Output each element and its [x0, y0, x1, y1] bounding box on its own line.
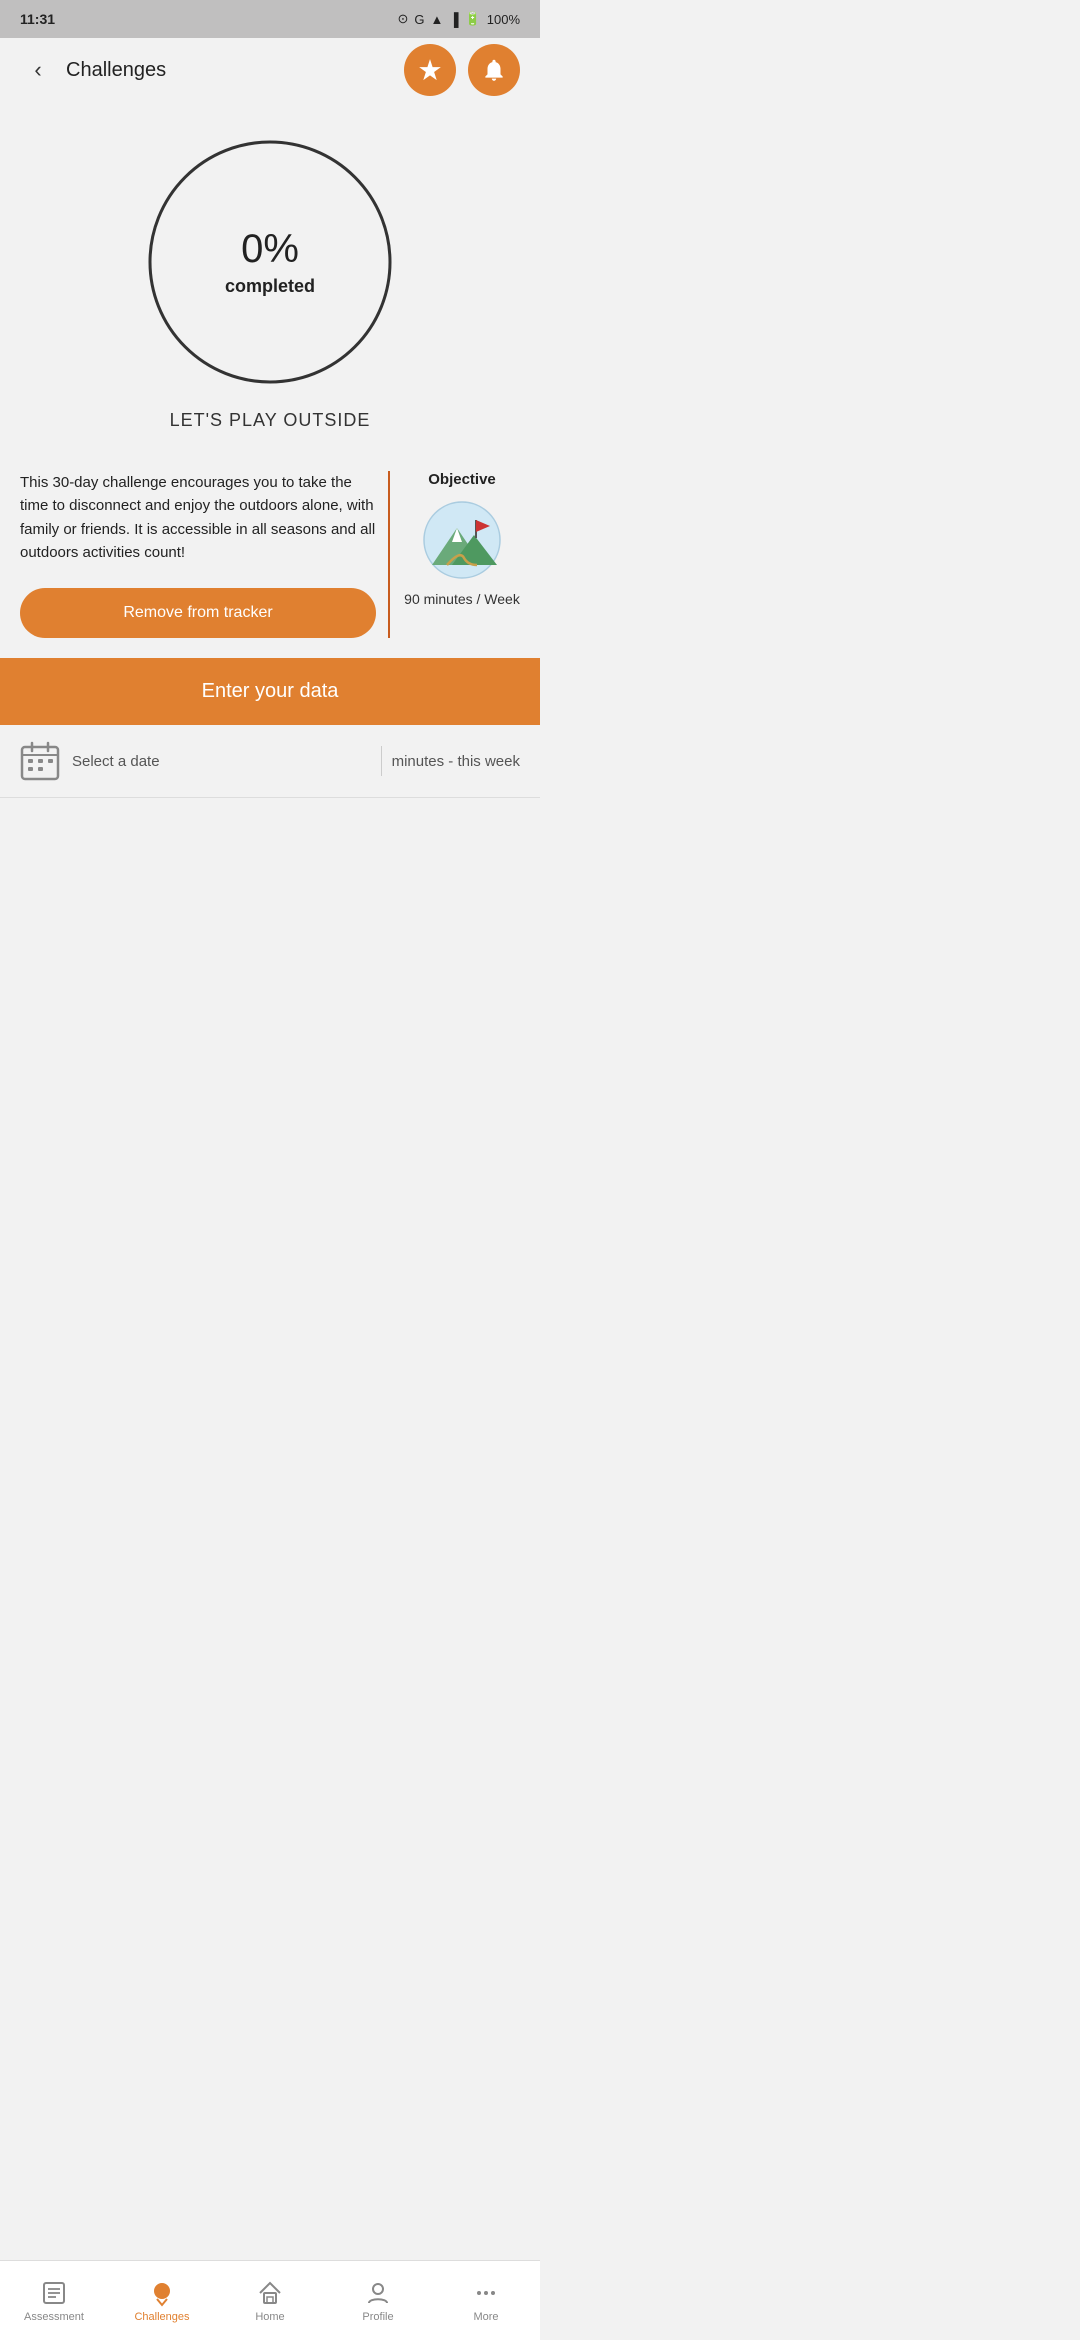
circle-text: 0% completed — [225, 227, 315, 297]
minutes-label: minutes - this week — [392, 753, 520, 770]
status-bar: 11:31 ⊙ G ▲ ▐ 🔋 100% — [0, 0, 540, 38]
challenge-title: LET'S PLAY OUTSIDE — [170, 410, 371, 431]
more-label: More — [473, 2311, 498, 2323]
profile-label: Profile — [362, 2311, 393, 2323]
star-icon — [417, 57, 443, 83]
battery-icon: 🔋 — [465, 11, 481, 27]
challenge-description: This 30-day challenge encourages you to … — [20, 471, 376, 564]
nav-item-challenges[interactable]: Challenges — [108, 2279, 216, 2323]
battery-percent: 100% — [487, 12, 520, 27]
status-time: 11:31 — [20, 11, 55, 27]
nav-item-profile[interactable]: Profile — [324, 2279, 432, 2323]
progress-percent: 0% — [225, 227, 315, 272]
home-icon — [256, 2279, 284, 2307]
nav-item-more[interactable]: More — [432, 2279, 540, 2323]
back-button[interactable]: ‹ — [20, 52, 56, 88]
enter-data-button[interactable]: Enter your data — [0, 658, 540, 725]
bell-icon — [481, 57, 507, 83]
select-date-label[interactable]: Select a date — [72, 753, 371, 770]
back-arrow-icon: ‹ — [34, 57, 41, 83]
home-label: Home — [255, 2311, 284, 2323]
date-row: Select a date minutes - this week — [0, 725, 540, 798]
nav-item-home[interactable]: Home — [216, 2279, 324, 2323]
sim-icon: ⊙ — [397, 11, 408, 27]
assessment-label: Assessment — [24, 2311, 84, 2323]
remove-from-tracker-button[interactable]: Remove from tracker — [20, 588, 376, 638]
top-nav: ‹ Challenges — [0, 38, 540, 102]
challenges-label: Challenges — [134, 2311, 189, 2323]
calendar-icon — [20, 741, 60, 781]
bottom-nav: Assessment Challenges Home — [0, 2260, 540, 2340]
signal-icon: ▐ — [449, 12, 458, 27]
status-icons: ⊙ G ▲ ▐ 🔋 100% — [397, 11, 520, 27]
bottom-spacer — [0, 798, 540, 878]
nav-icon-group — [404, 44, 520, 96]
progress-label: completed — [225, 276, 315, 297]
page-title: Challenges — [66, 59, 166, 82]
progress-area: 0% completed LET'S PLAY OUTSIDE — [0, 102, 540, 451]
nav-item-assessment[interactable]: Assessment — [0, 2279, 108, 2323]
more-icon — [472, 2279, 500, 2307]
progress-circle-container: 0% completed — [140, 132, 400, 392]
wifi-icon: ▲ — [430, 12, 443, 27]
assessment-icon — [40, 2279, 68, 2307]
content-right: Objective 90 minutes / Week — [390, 471, 520, 638]
objective-label: Objective — [428, 471, 496, 488]
achievements-button[interactable] — [404, 44, 456, 96]
content-section: This 30-day challenge encourages you to … — [0, 451, 540, 658]
challenges-icon — [148, 2279, 176, 2307]
profile-icon — [364, 2279, 392, 2307]
content-left: This 30-day challenge encourages you to … — [20, 471, 390, 638]
date-divider — [381, 746, 382, 776]
objective-value: 90 minutes / Week — [404, 590, 520, 610]
objective-icon — [422, 500, 502, 580]
google-icon: G — [414, 12, 424, 27]
notifications-button[interactable] — [468, 44, 520, 96]
